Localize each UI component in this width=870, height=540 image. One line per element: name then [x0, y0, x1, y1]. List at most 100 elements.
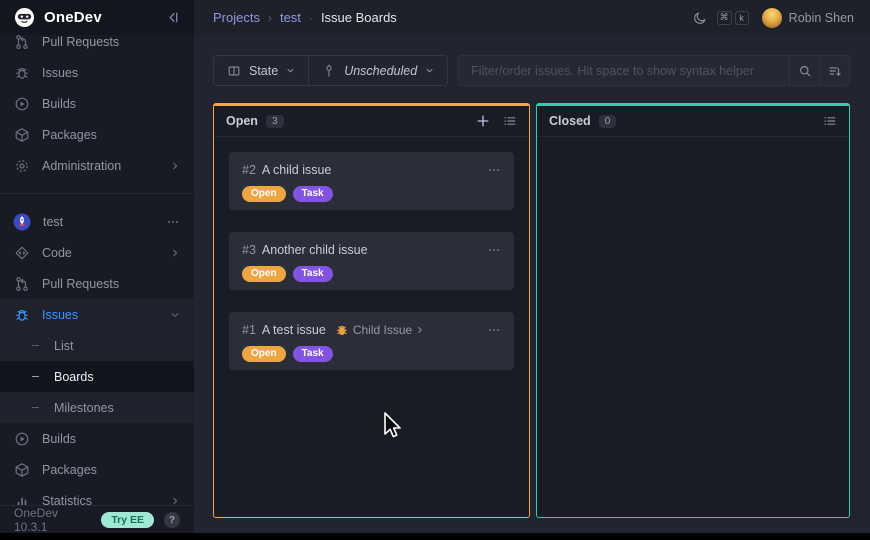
bug-icon [14, 65, 30, 81]
column-actions [823, 114, 837, 128]
rocket-icon [13, 213, 31, 231]
pull-request-icon [14, 276, 30, 292]
issue-card[interactable]: #3 Another child issue Open Task [229, 232, 514, 290]
state-dropdown-label: State [249, 64, 278, 78]
type-label: Task [293, 186, 333, 202]
state-columns-icon [227, 64, 241, 78]
try-ee-badge[interactable]: Try EE [101, 512, 154, 528]
sidebar-item-code[interactable]: Code [0, 237, 194, 268]
breadcrumb-separator: › [268, 11, 272, 25]
version-label: OneDev 10.3.1 [14, 506, 91, 534]
sidebar-item-label: Issues [42, 66, 180, 80]
sidebar-item-statistics[interactable]: Statistics [0, 485, 194, 505]
sidebar-item-label: Packages [42, 463, 180, 477]
board-toolbar: State Unscheduled [213, 55, 850, 86]
sidebar-item-label: Administration [42, 159, 158, 173]
column-count-badge: 3 [266, 115, 284, 128]
board-filter-group: State Unscheduled [213, 55, 448, 86]
issue-title[interactable]: A child issue [262, 163, 331, 177]
type-label: Task [293, 346, 333, 362]
issue-title[interactable]: A test issue [262, 323, 326, 337]
topbar-right: ⌘ k Robin Shen [693, 8, 854, 28]
bug-icon [14, 307, 30, 323]
column-body: #2 A child issue Open Task [214, 137, 529, 407]
issue-board: Open 3 #2 A child issue [213, 103, 850, 518]
state-dropdown-button[interactable]: State [214, 56, 308, 85]
sidebar-item-label: Builds [42, 432, 180, 446]
sidebar-item-label: List [54, 339, 180, 353]
breadcrumb: Projects › test · Issue Boards [213, 10, 397, 25]
sidebar-item-project-pull-requests[interactable]: Pull Requests [0, 268, 194, 299]
order-icon[interactable] [819, 56, 849, 85]
breadcrumb-projects-link[interactable]: Projects [213, 10, 260, 25]
card-menu-icon[interactable] [487, 323, 501, 337]
sidebar-item-issues-boards[interactable]: Boards [0, 361, 194, 392]
collapse-sidebar-icon[interactable] [165, 10, 180, 25]
avatar [762, 8, 782, 28]
sidebar-item-issues-list[interactable]: List [0, 330, 194, 361]
column-header: Closed 0 [537, 106, 849, 137]
child-issue-link[interactable]: Child Issue [335, 323, 424, 337]
sidebar-item-builds[interactable]: Builds [0, 88, 194, 119]
issue-card[interactable]: #1 A test issue Child Issue [229, 312, 514, 370]
milestone-dropdown-button[interactable]: Unscheduled [308, 56, 447, 85]
sidebar-item-issues[interactable]: Issues [0, 57, 194, 88]
help-icon[interactable]: ? [164, 512, 180, 528]
chevron-right-icon [170, 161, 180, 171]
breadcrumb-separator: · [309, 11, 313, 25]
sidebar-divider [0, 193, 194, 194]
package-cube-icon [14, 462, 30, 478]
issue-title[interactable]: Another child issue [262, 243, 368, 257]
card-menu-icon[interactable] [487, 163, 501, 177]
milestone-dropdown-label: Unscheduled [344, 64, 417, 78]
sidebar-item-project-packages[interactable]: Packages [0, 454, 194, 485]
sidebar-item-pull-requests[interactable]: Pull Requests [0, 35, 194, 57]
sidebar-item-project-builds[interactable]: Builds [0, 423, 194, 454]
add-issue-icon[interactable] [476, 114, 490, 128]
sidebar-item-project-issues[interactable]: Issues [0, 299, 194, 330]
package-cube-icon [14, 127, 30, 143]
content: State Unscheduled [194, 35, 870, 533]
sidebar-item-label: Pull Requests [42, 277, 180, 291]
filter-input[interactable] [459, 56, 789, 85]
search-icon[interactable] [789, 56, 819, 85]
list-menu-icon[interactable] [823, 114, 837, 128]
bug-amber-icon [335, 323, 349, 337]
issue-labels: Open Task [242, 346, 501, 362]
sidebar-footer: OneDev 10.3.1 Try EE ? [0, 505, 194, 533]
sidebar-item-administration[interactable]: Administration [0, 150, 194, 181]
child-issue-link-label: Child Issue [353, 323, 412, 337]
sidebar: OneDev Pull Requests Issues [0, 0, 194, 533]
sidebar-item-packages[interactable]: Packages [0, 119, 194, 150]
column-count-badge: 0 [599, 115, 617, 128]
chevron-right-icon [170, 496, 180, 506]
list-menu-icon[interactable] [503, 114, 517, 128]
issue-number: #1 [242, 323, 256, 337]
column-header: Open 3 [214, 106, 529, 137]
dark-mode-moon-icon[interactable] [693, 10, 708, 25]
board-column-open: Open 3 #2 A child issue [213, 103, 530, 518]
breadcrumb-project-link[interactable]: test [280, 10, 301, 25]
chevron-down-icon [286, 66, 295, 75]
filter-input-group [458, 55, 850, 86]
sidebar-item-label: Statistics [42, 494, 158, 506]
play-circle-icon [14, 96, 30, 112]
user-menu[interactable]: Robin Shen [762, 8, 854, 28]
sidebar-item-label: Packages [42, 128, 180, 142]
user-name: Robin Shen [789, 11, 854, 25]
sidebar-item-issues-milestones[interactable]: Milestones [0, 392, 194, 423]
issue-labels: Open Task [242, 186, 501, 202]
gear-icon [14, 158, 30, 174]
sidebar-item-label: Code [42, 246, 158, 260]
onedev-logo-icon[interactable] [14, 7, 35, 28]
board-column-closed: Closed 0 [536, 103, 850, 518]
issue-card[interactable]: #2 A child issue Open Task [229, 152, 514, 210]
ellipsis-icon[interactable] [166, 215, 180, 229]
k-key: k [735, 11, 749, 25]
onedev-app: OneDev Pull Requests Issues [0, 0, 870, 533]
chevron-right-icon [416, 326, 424, 334]
brand-name: OneDev [44, 9, 156, 26]
sidebar-item-project-test[interactable]: test [0, 206, 194, 237]
card-menu-icon[interactable] [487, 243, 501, 257]
shortcut-hint: ⌘ k [717, 11, 749, 25]
